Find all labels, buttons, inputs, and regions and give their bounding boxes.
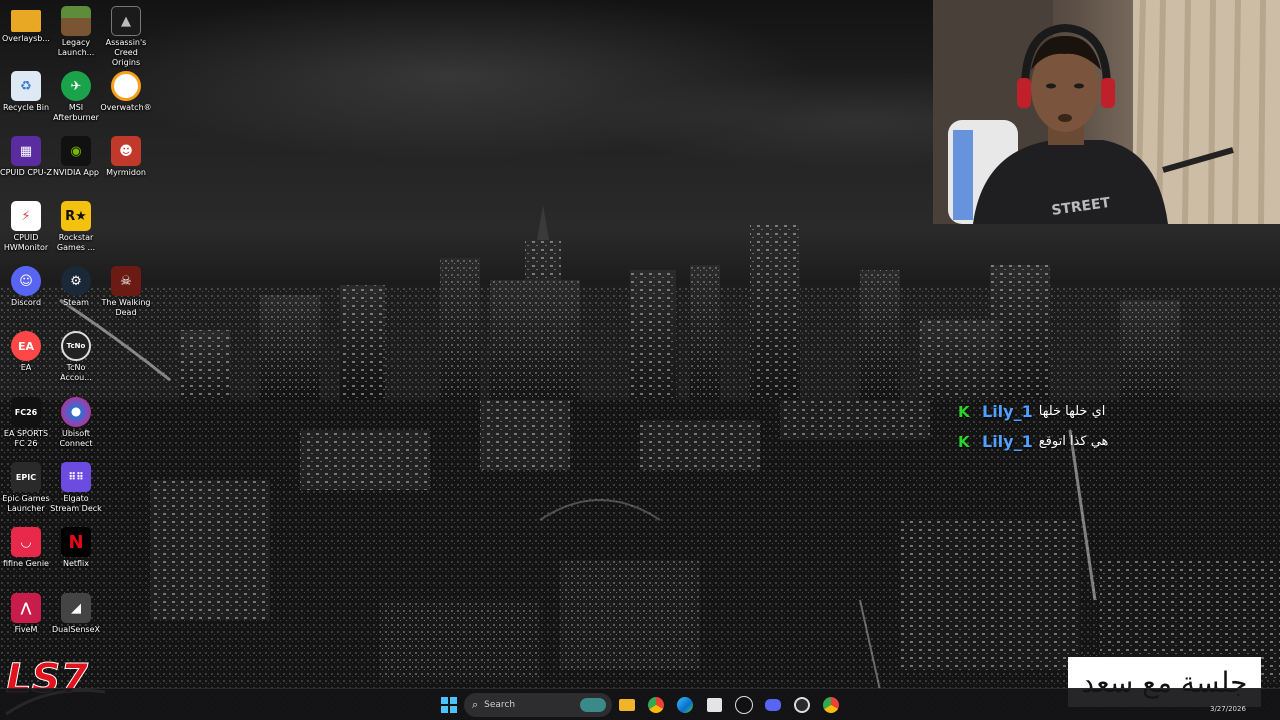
chat-username: Lily_1 <box>982 401 1033 421</box>
desktop-icon-label: EA <box>20 363 32 372</box>
dualsensex-icon: ◢ <box>61 593 91 623</box>
desktop-icon-rockstar[interactable]: R★ Rockstar Games ... <box>50 201 102 263</box>
start-button[interactable] <box>438 694 460 716</box>
desktop-icon-walking-dead[interactable]: ☠ The Walking Dead <box>100 266 152 328</box>
desktop-icon-label: Overlaysb... <box>2 34 50 43</box>
windows-icon <box>441 697 457 713</box>
chat-overlay: K Lily_1 اي خلها خلها K Lily_1 هي كذا ات… <box>958 396 1148 456</box>
desktop-icon-label: The Walking Dead <box>101 298 151 317</box>
desktop-icon-nvidia-app[interactable]: ◉ NVIDIA App <box>50 136 102 198</box>
store-icon[interactable] <box>703 694 725 716</box>
netflix-icon: N <box>61 527 91 557</box>
taskbar-search[interactable]: ⌕ Search <box>464 693 612 717</box>
desktop-icon-recycle-bin[interactable]: ♻ Recycle Bin <box>0 71 52 133</box>
desktop-icon-ea-sports-fc[interactable]: FC26 EA SPORTS FC 26 <box>0 397 52 459</box>
desktop-icon-tcno[interactable]: TcNo TcNo Accou... <box>50 331 102 393</box>
search-icon: ⌕ <box>472 698 479 711</box>
desktop-icon-label: EA SPORTS FC 26 <box>3 429 49 448</box>
desktop-icon-label: Elgato Stream Deck <box>50 494 102 513</box>
desktop-icon-label: CPUID HWMonitor <box>3 233 49 252</box>
fivem-icon: ⋀ <box>11 593 41 623</box>
discord-icon[interactable] <box>762 694 784 716</box>
desktop-icon-label: NVIDIA App <box>53 168 99 177</box>
myrmidon-icon: ☻ <box>111 136 141 166</box>
desktop-icon-overwatch[interactable]: Overwatch® <box>100 71 152 133</box>
desktop-icon-label: Steam <box>63 298 89 307</box>
desktop-icon-netflix[interactable]: N Netflix <box>50 527 102 589</box>
nvidia-icon: ◉ <box>61 136 91 166</box>
chat-message: K Lily_1 هي كذا اتوقع <box>958 426 1148 456</box>
stream-deck-icon: ⠿⠿ <box>61 462 91 492</box>
chat-badge: K <box>958 433 970 451</box>
desktop-icon-label: DualSenseX <box>52 625 100 634</box>
walking-dead-icon: ☠ <box>111 266 141 296</box>
desktop-icon-discord[interactable]: ☺ Discord <box>0 266 52 328</box>
desktop-icon-label: Epic Games Launcher <box>2 494 50 513</box>
ea-icon: EA <box>11 331 41 361</box>
desktop-icon-fifine-genie[interactable]: ◡ fifine Genie <box>0 527 52 589</box>
desktop-icon-label: Legacy Launch... <box>57 38 95 57</box>
desktop-icon-label: Discord <box>10 298 42 307</box>
search-placeholder: Search <box>484 700 516 710</box>
chat-message: K Lily_1 اي خلها خلها <box>958 396 1148 426</box>
recycle-bin-icon: ♻ <box>11 71 41 101</box>
overwatch-icon <box>111 71 141 101</box>
taskbar: ⌕ Search 3/27/2026 <box>0 688 1280 720</box>
desktop-icon-overlaysb[interactable]: Overlaysb... <box>0 6 52 68</box>
desktop-icon-myrmidon[interactable]: ☻ Myrmidon <box>100 136 152 198</box>
minecraft-icon <box>61 6 91 36</box>
desktop-icon-label: Rockstar Games ... <box>56 233 96 252</box>
desktop-icon-label: Recycle Bin <box>2 103 50 112</box>
desktop-icon-stream-deck[interactable]: ⠿⠿ Elgato Stream Deck <box>50 462 102 524</box>
steam-icon: ⚙ <box>61 266 91 296</box>
desktop-icon-label: Assassin's Creed Origins <box>105 38 147 67</box>
chrome-icon[interactable] <box>645 694 667 716</box>
desktop-icon-label: Myrmidon <box>106 168 146 177</box>
desktop-icon-ubisoft[interactable]: Ubisoft Connect <box>50 397 102 459</box>
desktop-icon-label: Netflix <box>62 559 90 568</box>
epic-games-icon: EPIC <box>11 462 41 492</box>
desktop-icon-label: FiveM <box>14 625 38 634</box>
desktop-icon-label: TcNo Accou... <box>60 363 92 382</box>
obs-icon[interactable] <box>791 694 813 716</box>
folder-icon <box>11 10 41 32</box>
streamlabs-icon[interactable] <box>733 694 755 716</box>
desktop-icon-label: Overwatch® <box>100 103 152 112</box>
search-highlight-icon <box>580 698 606 712</box>
fifine-icon: ◡ <box>11 527 41 557</box>
desktop-icon-label: Ubisoft Connect <box>59 429 93 448</box>
desktop-icon-label: CPUID CPU-Z <box>0 168 52 177</box>
rockstar-icon: R★ <box>61 201 91 231</box>
file-explorer-icon[interactable] <box>616 694 638 716</box>
ea-sports-fc-icon: FC26 <box>11 397 41 427</box>
chat-username: Lily_1 <box>982 431 1033 451</box>
desktop-icon-assassins-creed[interactable]: ▲ Assassin's Creed Origins <box>100 6 152 68</box>
desktop-icon-ea[interactable]: EA EA <box>0 331 52 393</box>
webcam-overlay: STREET <box>933 0 1280 224</box>
chat-badge: K <box>958 403 970 421</box>
desktop-icon-epic-games[interactable]: EPIC Epic Games Launcher <box>0 462 52 524</box>
desktop-icon-label: MSI Afterburner <box>53 103 99 122</box>
cpu-z-icon: ▦ <box>11 136 41 166</box>
hwmonitor-icon: ⚡ <box>11 201 41 231</box>
desktop-icon-label: fifine Genie <box>3 559 49 568</box>
desktop-icon-cpu-z[interactable]: ▦ CPUID CPU-Z <box>0 136 52 198</box>
assassins-creed-icon: ▲ <box>111 6 141 36</box>
discord-icon: ☺ <box>11 266 41 296</box>
webcam-feed: STREET <box>933 0 1280 224</box>
desktop-icon-legacy-launcher[interactable]: Legacy Launch... <box>50 6 102 68</box>
msi-afterburner-icon: ✈ <box>61 71 91 101</box>
desktop-icon-msi-afterburner[interactable]: ✈ MSI Afterburner <box>50 71 102 133</box>
edge-icon[interactable] <box>674 694 696 716</box>
ubisoft-icon <box>61 397 91 427</box>
chat-text: هي كذا اتوقع <box>1038 433 1109 449</box>
tcno-icon: TcNo <box>61 331 91 361</box>
chat-text: اي خلها خلها <box>1038 403 1106 419</box>
desktop-icon-hwmonitor[interactable]: ⚡ CPUID HWMonitor <box>0 201 52 263</box>
chrome-alt-icon[interactable] <box>820 694 842 716</box>
desktop-icon-steam[interactable]: ⚙ Steam <box>50 266 102 328</box>
taskbar-clock-date[interactable]: 3/27/2026 <box>1210 705 1246 713</box>
desktop: Overlaysb... Legacy Launch... ▲ Assassin… <box>0 0 1280 720</box>
